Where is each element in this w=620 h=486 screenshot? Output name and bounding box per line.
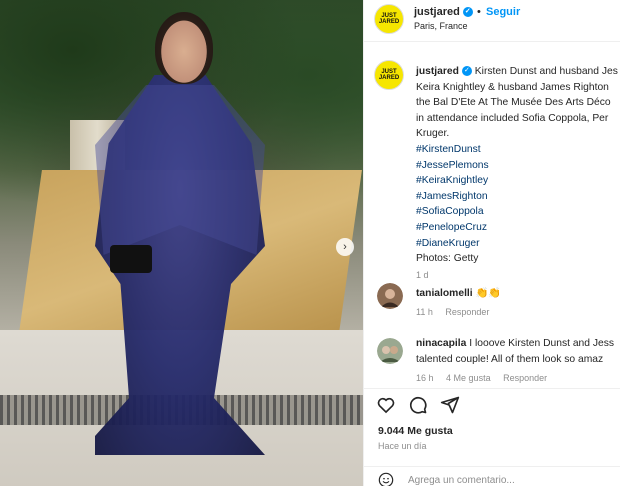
- separator-dot: •: [477, 6, 481, 18]
- post-photo[interactable]: [0, 0, 363, 486]
- likes-count[interactable]: 9.044 Me gusta: [378, 425, 453, 437]
- post-header: JUST JARED justjared ✓ • Seguir Paris, Fra…: [364, 0, 620, 42]
- emoji-icon[interactable]: [378, 472, 394, 486]
- comment-username[interactable]: ninacapila: [416, 338, 466, 349]
- comment-input[interactable]: Agrega un comentario...: [408, 475, 515, 486]
- comment-meta: 11 h Responder: [416, 307, 499, 317]
- next-photo-button[interactable]: ›: [336, 238, 354, 256]
- post-username[interactable]: justjared ✓: [414, 6, 473, 18]
- reply-button[interactable]: Responder: [503, 373, 547, 383]
- brand-logo: JUST JARED: [378, 69, 400, 81]
- caption-credit: Photos: Getty: [416, 253, 479, 265]
- comment-icon[interactable]: [408, 395, 428, 415]
- caption-text: justjared ✓ Kirsten Dunst and husband Jes…: [416, 64, 620, 283]
- comment-meta: 16 h 4 Me gusta Responder: [416, 373, 557, 383]
- avatar[interactable]: JUST JARED: [374, 60, 404, 90]
- caption-line: Kruger.: [416, 128, 450, 140]
- hashtag-link[interactable]: #DianeKruger: [416, 236, 620, 252]
- comment-text: ninacapila I looove Kirsten Dunst and Je…: [416, 336, 614, 367]
- comment-username[interactable]: tanialomelli: [416, 288, 473, 299]
- hashtag-link[interactable]: #KeiraKnightley: [416, 173, 620, 189]
- reply-button[interactable]: Responder: [445, 307, 489, 317]
- avatar[interactable]: [377, 283, 403, 309]
- verified-badge-icon: ✓: [462, 7, 473, 18]
- caption-line: Kirsten Dunst and husband Jes: [474, 66, 618, 77]
- caption-time: 1 d: [416, 269, 429, 280]
- hashtag-link[interactable]: #KirstenDunst: [416, 142, 620, 158]
- chevron-right-icon: ›: [343, 241, 347, 253]
- caption-line: the Bal D'Ete At The Musée Des Arts Déco: [416, 97, 611, 109]
- post-side-panel: JUST JARED justjared ✓ • Seguir Paris, Fra…: [363, 0, 620, 486]
- username-link[interactable]: justjared: [414, 6, 460, 18]
- share-icon[interactable]: [440, 395, 460, 415]
- add-comment-bar: Agrega un comentario...: [364, 466, 620, 486]
- avatar[interactable]: JUST JARED: [374, 4, 404, 34]
- action-bar: [364, 388, 620, 418]
- comment-likes[interactable]: 4 Me gusta: [446, 373, 491, 383]
- hashtag-link[interactable]: #JessePlemons: [416, 158, 620, 174]
- caption-line: in attendance included Sofia Coppola, Pe…: [416, 112, 609, 124]
- hashtag-link[interactable]: #JamesRighton: [416, 189, 620, 205]
- hashtag-link[interactable]: #PenelopeCruz: [416, 220, 620, 236]
- comment-body: I looove Kirsten Dunst and Jess: [469, 338, 615, 349]
- comment-body-continued: talented couple! All of them look so ama…: [416, 353, 604, 365]
- caption-username[interactable]: justjared: [416, 66, 459, 77]
- hashtag-link[interactable]: #SofiaCoppola: [416, 204, 620, 220]
- heart-icon[interactable]: [376, 395, 396, 415]
- brand-logo: JUST JARED: [378, 13, 400, 25]
- verified-badge-icon: ✓: [461, 66, 472, 77]
- comment-body: 👏👏: [475, 288, 502, 299]
- follow-button[interactable]: Seguir: [486, 6, 520, 18]
- comment-time: 11 h: [416, 307, 433, 317]
- photo-head: [155, 12, 213, 84]
- caption-line: Keira Knightley & husband James Righton: [416, 81, 609, 93]
- avatar[interactable]: [377, 338, 403, 364]
- comment-time: 16 h: [416, 373, 434, 383]
- post-age: Hace un día: [378, 441, 427, 451]
- photo-clutch: [110, 245, 152, 273]
- comment-text: tanialomelli 👏👏: [416, 286, 501, 302]
- post-location[interactable]: Paris, France: [414, 21, 468, 31]
